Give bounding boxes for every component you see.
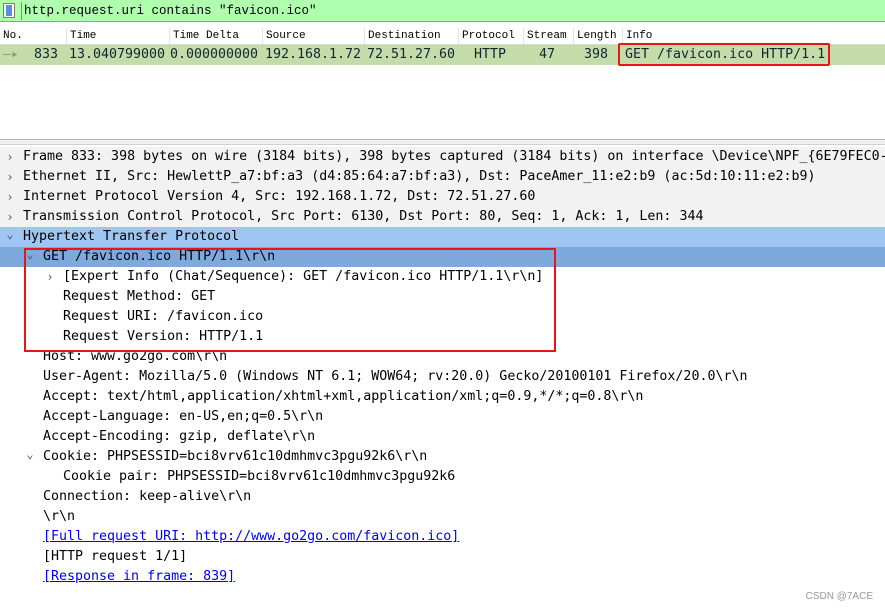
column-destination[interactable]: Destination (364, 28, 441, 44)
detail-node[interactable]: › Ethernet II, Src: HewlettP_a7:bf:a3 (d4… (0, 167, 885, 187)
chevron-right-icon[interactable]: › (4, 207, 16, 227)
detail-text: Frame 833: 398 bytes on wire (3184 bits)… (23, 149, 885, 164)
detail-text: \r\n (43, 509, 76, 524)
detail-text: Accept-Encoding: gzip, deflate\r\n (43, 429, 316, 444)
detail-text: User-Agent: Mozilla/5.0 (Windows NT 6.1;… (43, 369, 748, 384)
column-length[interactable]: Length (573, 28, 617, 44)
display-filter-input[interactable]: http.request.uri contains "favicon.ico" (21, 2, 317, 20)
detail-node[interactable]: Accept: text/html,application/xhtml+xml,… (0, 387, 885, 407)
column-protocol[interactable]: Protocol (458, 28, 515, 44)
column-no[interactable]: No. (0, 28, 23, 44)
detail-text: Ethernet II, Src: HewlettP_a7:bf:a3 (d4:… (23, 169, 816, 184)
pane-splitter[interactable] (0, 139, 885, 145)
column-time-delta[interactable]: Time Delta (169, 28, 239, 44)
detail-text: Connection: keep-alive\r\n (43, 489, 252, 504)
cell-length: 398 (584, 47, 609, 62)
detail-node[interactable]: \r\n (0, 507, 885, 527)
cell-source: 192.168.1.72 (265, 47, 362, 62)
watermark: CSDN @7ACE (805, 591, 873, 602)
detail-node[interactable]: › Frame 833: 398 bytes on wire (3184 bits… (0, 147, 885, 167)
cell-delta: 0.000000000 (170, 47, 259, 62)
chevron-down-icon[interactable]: ⌄ (4, 227, 16, 241)
detail-node[interactable]: [Response in frame: 839] (0, 567, 885, 587)
detail-text: Accept: text/html,application/xhtml+xml,… (43, 389, 644, 404)
cell-time: 13.040799000 (69, 47, 166, 62)
detail-node[interactable]: Accept-Language: en-US,en;q=0.5\r\n (0, 407, 885, 427)
related-packet-arrow-icon: —▸ (3, 47, 20, 62)
chevron-down-icon[interactable]: ⌄ (24, 447, 36, 461)
column-info[interactable]: Info (622, 28, 652, 44)
detail-text: Hypertext Transfer Protocol (23, 229, 240, 244)
chevron-right-icon[interactable]: › (4, 167, 16, 187)
request-line-highlight-box (24, 248, 556, 352)
column-time[interactable]: Time (66, 28, 96, 44)
detail-node[interactable]: ⌄ Hypertext Transfer Protocol (0, 227, 885, 247)
cell-stream: 47 (539, 47, 556, 62)
detail-text: Accept-Language: en-US,en;q=0.5\r\n (43, 409, 324, 424)
detail-link[interactable]: [Full request URI: http://www.go2go.com/… (43, 527, 459, 547)
detail-text: [HTTP request 1/1] (43, 549, 188, 564)
detail-text: Cookie pair: PHPSESSID=bci8vrv61c10dmhmv… (63, 469, 456, 484)
display-filter-bar[interactable]: http.request.uri contains "favicon.ico" (0, 0, 885, 22)
detail-text: Internet Protocol Version 4, Src: 192.16… (23, 189, 536, 204)
detail-node[interactable]: › Transmission Control Protocol, Src Port… (0, 207, 885, 227)
cell-protocol: HTTP (474, 47, 507, 62)
detail-node[interactable]: ⌄ Cookie: PHPSESSID=bci8vrv61c10dmhmvc3pg… (0, 447, 885, 467)
detail-node[interactable]: Connection: keep-alive\r\n (0, 487, 885, 507)
detail-text: Cookie: PHPSESSID=bci8vrv61c10dmhmvc3pgu… (43, 449, 428, 464)
detail-node[interactable]: [HTTP request 1/1] (0, 547, 885, 567)
cell-destination: 72.51.27.60 (367, 47, 456, 62)
detail-text: Transmission Control Protocol, Src Port:… (23, 209, 704, 224)
packet-details-tree: › Frame 833: 398 bytes on wire (3184 bits… (0, 147, 885, 587)
detail-link[interactable]: [Response in frame: 839] (43, 567, 235, 587)
chevron-right-icon[interactable]: › (4, 147, 16, 167)
detail-node[interactable]: Cookie pair: PHPSESSID=bci8vrv61c10dmhmv… (0, 467, 885, 487)
column-stream[interactable]: Stream (523, 28, 567, 44)
column-source[interactable]: Source (262, 28, 306, 44)
detail-node[interactable]: › Internet Protocol Version 4, Src: 192.1… (0, 187, 885, 207)
detail-node[interactable]: Accept-Encoding: gzip, deflate\r\n (0, 427, 885, 447)
detail-node[interactable]: [Full request URI: http://www.go2go.com/… (0, 527, 885, 547)
info-highlight-box (618, 43, 830, 66)
chevron-right-icon[interactable]: › (4, 187, 16, 207)
cell-no: 833 (34, 47, 59, 62)
bookmark-icon[interactable] (3, 3, 15, 18)
detail-node[interactable]: User-Agent: Mozilla/5.0 (Windows NT 6.1;… (0, 367, 885, 387)
